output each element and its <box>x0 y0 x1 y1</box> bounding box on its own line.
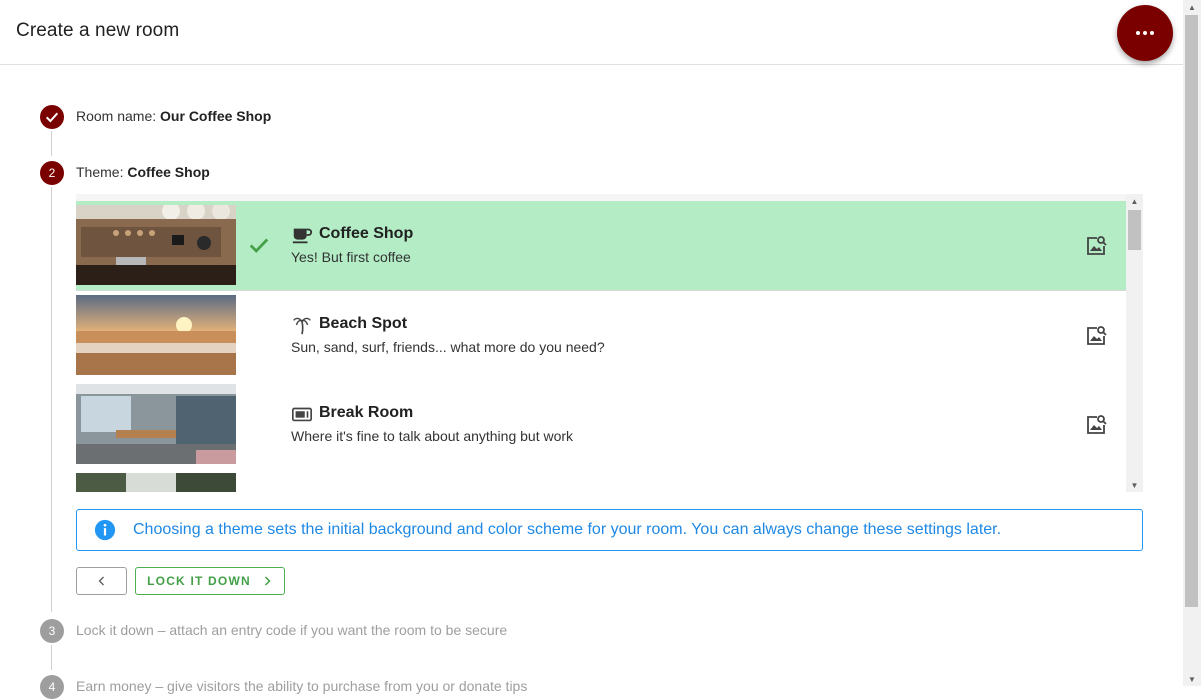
theme-subtitle: Yes! But first coffee <box>291 249 411 265</box>
break-room-thumbnail <box>76 384 236 464</box>
theme-row-beach-spot[interactable]: Beach Spot Sun, sand, surf, friends... w… <box>76 291 1126 381</box>
image-search-icon[interactable] <box>1084 324 1108 348</box>
scroll-down-icon[interactable]: ▼ <box>1183 672 1201 686</box>
forest-thumbnail <box>76 473 236 492</box>
stepper-connector <box>51 187 52 612</box>
scroll-up-icon[interactable]: ▲ <box>1126 194 1143 208</box>
lock-it-down-button[interactable]: LOCK IT DOWN <box>135 567 285 595</box>
theme-row-partial[interactable] <box>76 469 1126 492</box>
step-value: Our Coffee Shop <box>160 108 272 124</box>
theme-subtitle: Sun, sand, surf, friends... what more do… <box>291 339 605 355</box>
theme-title: Coffee Shop <box>319 225 414 242</box>
step-lock-it-down[interactable]: Lock it down – attach an entry code if y… <box>76 622 507 638</box>
palm-tree-icon <box>293 317 311 335</box>
microwave-icon <box>292 407 312 422</box>
more-options-button[interactable] <box>1117 5 1173 61</box>
step-value: Coffee Shop <box>127 164 210 180</box>
scrollbar-thumb[interactable] <box>1185 15 1198 607</box>
chevron-right-icon <box>264 576 271 586</box>
step-number: 4 <box>40 675 64 699</box>
step-earn-money[interactable]: Earn money – give visitors the ability t… <box>76 678 527 694</box>
theme-list: Coffee Shop Yes! But first coffee Beach … <box>76 194 1143 492</box>
theme-row-coffee-shop[interactable]: Coffee Shop Yes! But first coffee <box>76 201 1126 291</box>
image-search-icon[interactable] <box>1084 413 1108 437</box>
theme-list-scrollbar[interactable]: ▲ ▼ <box>1126 194 1143 492</box>
step-number: 2 <box>40 161 64 185</box>
coffee-shop-thumbnail <box>76 205 236 285</box>
button-label: LOCK IT DOWN <box>147 574 251 588</box>
step-theme: Theme: Coffee Shop <box>76 164 210 180</box>
more-horiz-icon <box>1136 31 1154 35</box>
info-alert: Choosing a theme sets the initial backgr… <box>76 509 1143 551</box>
theme-title: Beach Spot <box>319 315 408 332</box>
beach-spot-thumbnail <box>76 295 236 375</box>
step-label: Room name: <box>76 108 161 124</box>
scrollbar-thumb[interactable] <box>1128 210 1141 250</box>
back-button[interactable] <box>76 567 127 595</box>
page-title: Create a new room <box>16 20 180 41</box>
info-text: Choosing a theme sets the initial backgr… <box>133 521 1002 538</box>
scroll-up-icon[interactable]: ▲ <box>1183 0 1201 14</box>
info-icon <box>94 519 116 541</box>
theme-subtitle: Where it's fine to talk about anything b… <box>291 428 574 444</box>
step-label: Theme: <box>76 164 128 180</box>
image-search-icon[interactable] <box>1084 234 1108 258</box>
coffee-cup-icon <box>292 228 313 244</box>
stepper-connector <box>51 131 52 156</box>
stepper-connector <box>51 645 52 670</box>
scroll-down-icon[interactable]: ▼ <box>1126 478 1143 492</box>
step-number: 3 <box>40 619 64 643</box>
theme-title: Break Room <box>319 404 414 421</box>
step-room-name[interactable]: Room name: Our Coffee Shop <box>76 108 271 124</box>
dialog-header: Create a new room <box>0 0 1183 65</box>
page-scrollbar[interactable]: ▲ ▼ <box>1183 0 1201 686</box>
chevron-left-icon <box>98 576 104 586</box>
step-complete-icon <box>40 105 64 129</box>
theme-row-break-room[interactable]: Break Room Where it's fine to talk about… <box>76 380 1126 470</box>
selected-check-icon <box>249 238 269 253</box>
